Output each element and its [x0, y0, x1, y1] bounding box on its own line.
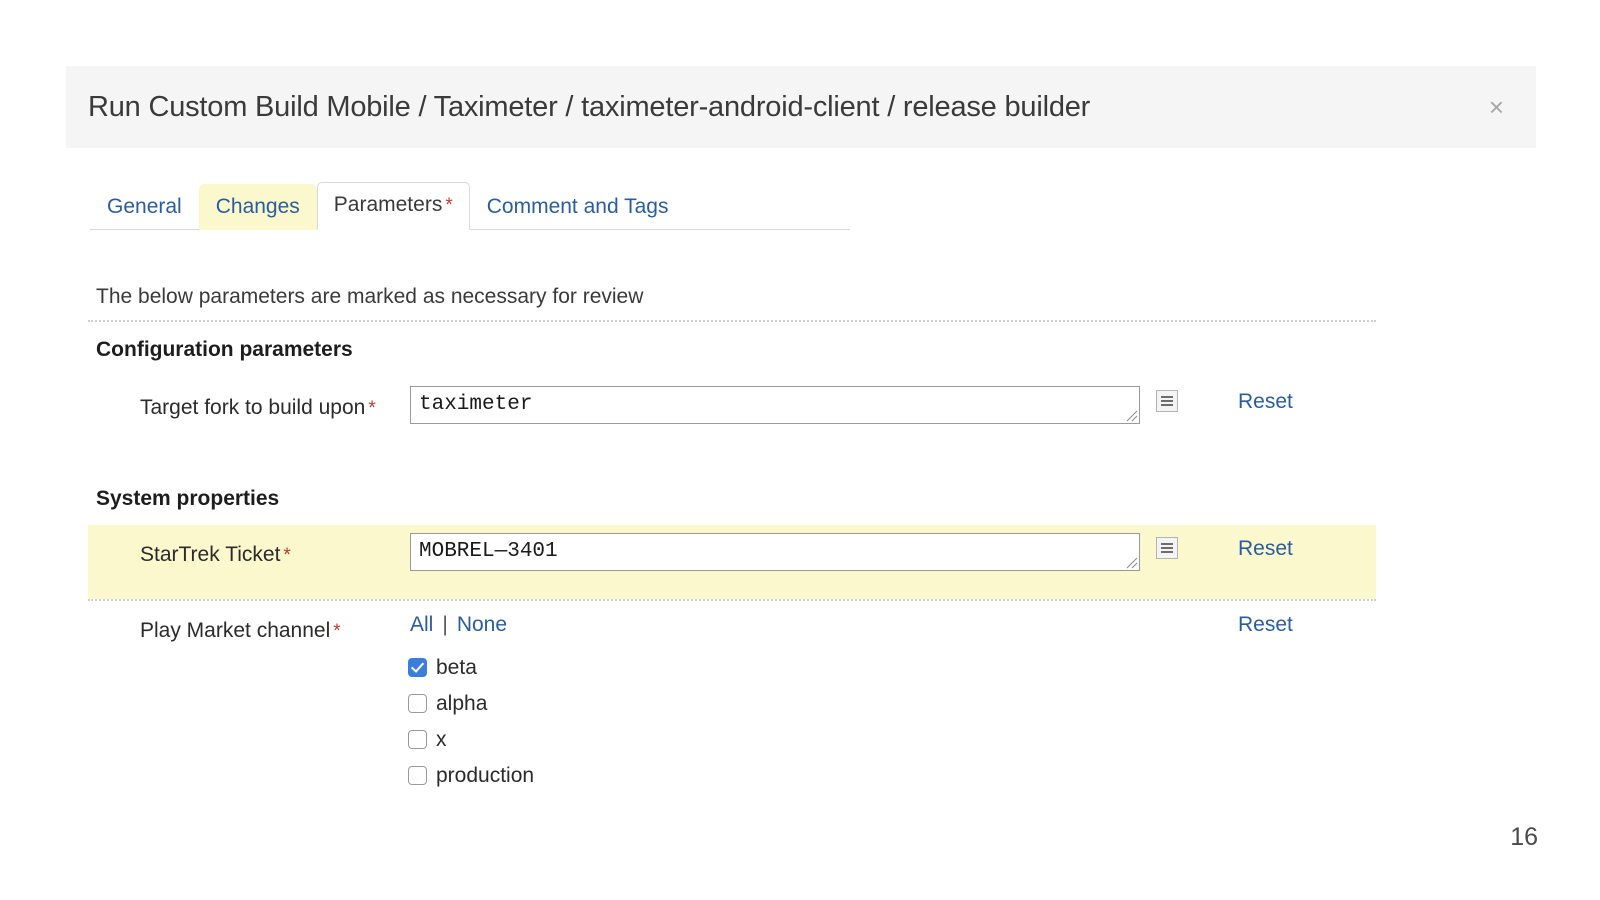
reset-play-market-channel-link[interactable]: Reset [1238, 613, 1293, 637]
target-fork-input[interactable] [410, 386, 1140, 424]
checkbox-alpha[interactable] [408, 693, 427, 713]
select-separator: | [442, 613, 448, 636]
select-all-none-controls: All | None [410, 613, 507, 637]
tab-parameters[interactable]: Parameters * [316, 182, 470, 230]
dialog-header: Run Custom Build Mobile / Taximeter / ta… [66, 66, 1536, 148]
textarea-wrapper-target-fork [410, 386, 1140, 424]
checkbox-item-x[interactable]: x [408, 721, 534, 757]
required-marker-icon: * [368, 398, 376, 419]
list-lines-icon[interactable] [1156, 537, 1178, 559]
list-line-1 [1161, 396, 1173, 398]
required-marker-icon: * [333, 621, 341, 642]
list-line-3 [1161, 551, 1173, 553]
checkbox-label-production: production [436, 763, 535, 787]
param-label-play-market-channel-text: Play Market channel [140, 619, 331, 642]
tab-general-label: General [107, 195, 182, 218]
checkbox-production[interactable] [408, 765, 427, 785]
reset-target-fork-link[interactable]: Reset [1238, 390, 1293, 414]
select-all-link[interactable]: All [410, 613, 433, 636]
tab-comment-and-tags-label: Comment and Tags [486, 195, 669, 218]
param-row-startrek-ticket: StarTrek Ticket* Reset [88, 525, 1376, 599]
checkbox-item-production[interactable]: production [408, 757, 534, 793]
checkbox-label-beta: beta [436, 655, 477, 679]
tab-comment-and-tags[interactable]: Comment and Tags [470, 184, 686, 230]
startrek-ticket-input[interactable] [410, 533, 1140, 571]
param-row-play-market-channel: Play Market channel * All | None beta alpha… [88, 601, 1376, 789]
section-title-system-properties: System properties [96, 487, 280, 510]
param-field-startrek-ticket [410, 533, 1140, 576]
param-field-target-fork [410, 386, 1140, 429]
required-marker-icon: * [283, 545, 291, 566]
param-label-startrek-ticket-text: StarTrek Ticket [140, 543, 281, 566]
tab-changes[interactable]: Changes [198, 184, 317, 230]
tab-general[interactable]: General [90, 184, 199, 230]
list-line-1 [1161, 543, 1173, 545]
checkbox-item-alpha[interactable]: alpha [408, 685, 534, 721]
tab-changes-label: Changes [215, 195, 300, 218]
channel-checkbox-list: beta alpha x production [408, 649, 534, 793]
checkbox-label-alpha: alpha [436, 691, 488, 715]
param-label-target-fork: Target fork to build upon * [140, 390, 428, 426]
checkbox-x[interactable] [408, 729, 427, 749]
param-label-startrek-ticket: StarTrek Ticket * [140, 537, 428, 573]
tab-bar: General Changes Parameters * Comment and … [90, 182, 850, 230]
slide-canvas: Run Custom Build Mobile / Taximeter / ta… [0, 0, 1600, 900]
tab-parameters-label: Parameters [333, 193, 443, 216]
checkbox-beta[interactable] [408, 657, 427, 677]
list-lines-icon[interactable] [1156, 390, 1178, 412]
param-label-target-fork-text: Target fork to build upon [140, 396, 366, 419]
close-icon[interactable]: × [1479, 90, 1514, 124]
param-row-target-fork: Target fork to build upon* Reset [88, 378, 1376, 476]
review-notice: The below parameters are marked as neces… [96, 285, 644, 308]
param-label-play-market-channel: Play Market channel * [140, 613, 428, 649]
section-title-configuration: Configuration parameters [96, 338, 353, 361]
checkbox-item-beta[interactable]: beta [408, 649, 534, 685]
page-title: Run Custom Build Mobile / Taximeter / ta… [88, 90, 1091, 123]
required-marker-icon: * [445, 195, 453, 216]
checkbox-label-x: x [436, 727, 447, 751]
page-number: 16 [1510, 823, 1538, 851]
select-none-link[interactable]: None [457, 613, 507, 636]
textarea-wrapper-startrek-ticket [410, 533, 1140, 571]
list-line-2 [1161, 547, 1173, 549]
list-line-2 [1161, 400, 1173, 402]
divider-top [88, 320, 1376, 322]
reset-startrek-ticket-link[interactable]: Reset [1238, 537, 1293, 561]
list-line-3 [1161, 404, 1173, 406]
